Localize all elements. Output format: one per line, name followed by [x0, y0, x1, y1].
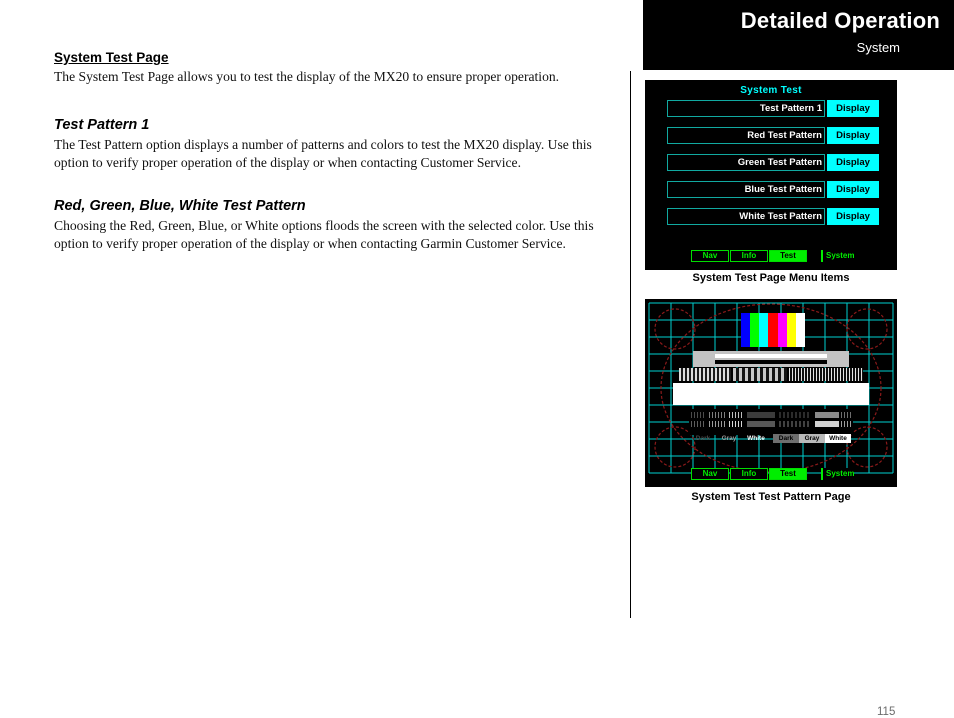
- tab-info[interactable]: Info: [730, 468, 768, 480]
- color-bar-yellow: [786, 313, 796, 347]
- label-dark-right: Dark: [773, 434, 799, 443]
- white-stripe: [715, 354, 827, 358]
- menu-row[interactable]: Red Test Pattern Display: [667, 127, 879, 144]
- color-bar-white: [795, 313, 805, 347]
- label-gray-right: Gray: [799, 434, 825, 443]
- black-stripe: [715, 360, 827, 364]
- figure-caption-test-pattern: System Test Test Pattern Page: [691, 491, 851, 503]
- screen-title: System Test: [740, 85, 802, 96]
- color-bar-magenta: [777, 313, 787, 347]
- label-dark-left: Dark: [695, 435, 711, 442]
- figure-caption-menu: System Test Page Menu Items: [692, 272, 850, 284]
- page-number: 115: [877, 706, 896, 718]
- tab-system[interactable]: System: [821, 250, 855, 262]
- menu-row[interactable]: White Test Pattern Display: [667, 208, 879, 225]
- menu-row[interactable]: Test Pattern 1 Display: [667, 100, 879, 117]
- page-subtitle: System: [856, 40, 900, 55]
- section-body-rgbw-test-pattern: Choosing the Red, Green, Blue, or White …: [54, 218, 594, 251]
- grayscale-labels: Dark Gray White Dark Gray White: [689, 434, 853, 443]
- menu-item-label-red-test-pattern: Red Test Pattern: [667, 127, 825, 144]
- white-reference-block: [673, 383, 869, 405]
- text-column: System Test Page The System Test Page al…: [54, 50, 609, 253]
- label-white-left: White: [747, 435, 765, 442]
- display-button-green-test-pattern[interactable]: Display: [827, 154, 879, 171]
- tab-bar: Nav Info Test System: [691, 250, 871, 262]
- figure-system-test-menu-screenshot: System Test Test Pattern 1 Display Red T…: [645, 80, 897, 270]
- display-button-red-test-pattern[interactable]: Display: [827, 127, 879, 144]
- color-bar-blue: [741, 313, 751, 347]
- display-button-white-test-pattern[interactable]: Display: [827, 208, 879, 225]
- menu-item-label-green-test-pattern: Green Test Pattern: [667, 154, 825, 171]
- page-title: Detailed Operation: [740, 8, 940, 33]
- tab-nav[interactable]: Nav: [691, 250, 729, 262]
- color-bars: [741, 313, 805, 347]
- color-bar-green: [750, 313, 760, 347]
- menu-item-label-test-pattern-1: Test Pattern 1: [667, 100, 825, 117]
- display-button-blue-test-pattern[interactable]: Display: [827, 181, 879, 198]
- label-white-right: White: [825, 434, 851, 443]
- figure-test-pattern-screenshot: Dark Gray White Dark Gray White Nav Info…: [645, 299, 897, 487]
- menu-item-label-blue-test-pattern: Blue Test Pattern: [667, 181, 825, 198]
- color-bar-red: [768, 313, 778, 347]
- gray-reference-box: [693, 351, 849, 367]
- grayscale-detail-panel: [689, 409, 853, 435]
- section-heading-system-test-page: System Test Page: [54, 50, 169, 65]
- section-heading-rgbw-test-pattern: Red, Green, Blue, White Test Pattern: [54, 198, 306, 214]
- tab-info[interactable]: Info: [730, 250, 768, 262]
- menu-row[interactable]: Green Test Pattern Display: [667, 154, 879, 171]
- tab-test[interactable]: Test: [769, 250, 807, 262]
- section-body-system-test-page: The System Test Page allows you to test …: [54, 69, 560, 84]
- menu-row[interactable]: Blue Test Pattern Display: [667, 181, 879, 198]
- section-heading-test-pattern-1: Test Pattern 1: [54, 117, 150, 133]
- display-button-test-pattern-1[interactable]: Display: [827, 100, 879, 117]
- color-bar-cyan: [759, 313, 769, 347]
- page-header: Detailed Operation System: [643, 0, 954, 70]
- tab-bar: Nav Info Test System: [691, 468, 871, 480]
- column-divider: [630, 71, 631, 618]
- tab-nav[interactable]: Nav: [691, 468, 729, 480]
- menu-item-label-white-test-pattern: White Test Pattern: [667, 208, 825, 225]
- frequency-burst-bars: [679, 368, 863, 381]
- tab-system[interactable]: System: [821, 468, 855, 480]
- label-gray-left: Gray: [721, 435, 737, 442]
- section-body-test-pattern-1: The Test Pattern option displays a numbe…: [54, 137, 592, 170]
- tab-test[interactable]: Test: [769, 468, 807, 480]
